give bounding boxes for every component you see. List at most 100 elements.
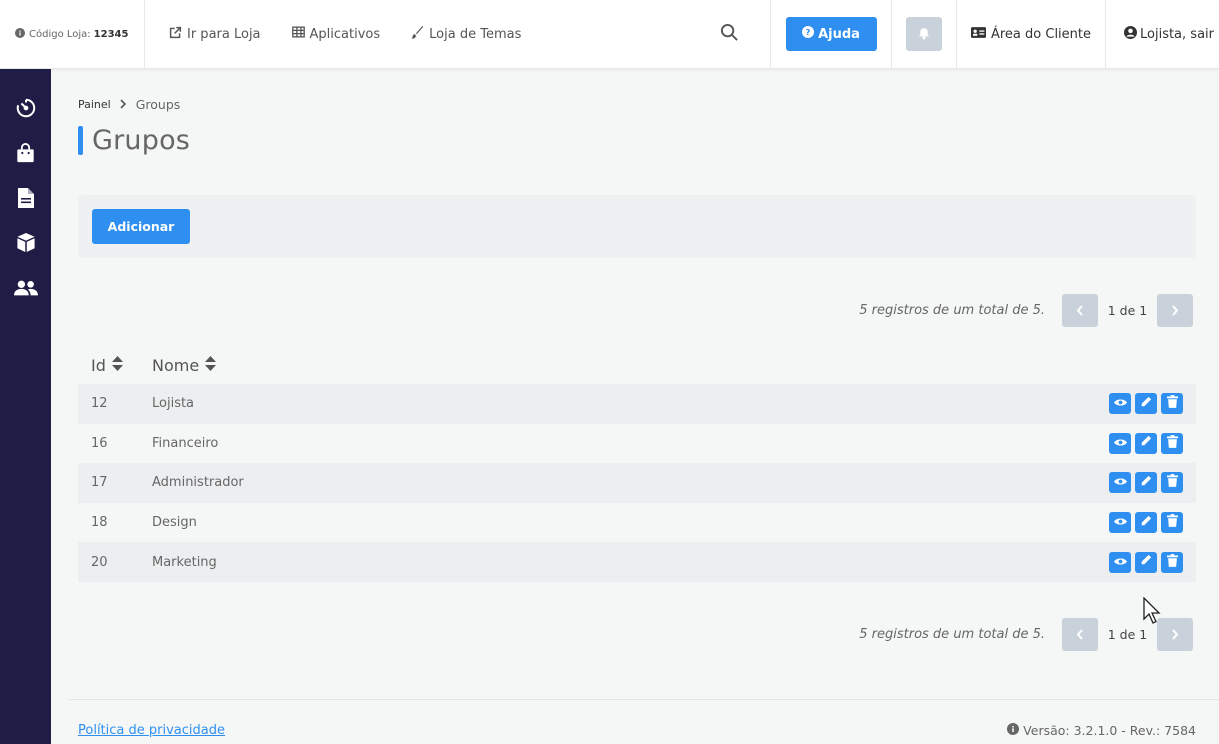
view-button[interactable] <box>1109 393 1131 415</box>
question-circle-icon: ? <box>802 26 815 42</box>
client-area-link[interactable]: Área do Cliente <box>957 0 1106 68</box>
column-header-id[interactable]: Id <box>78 356 152 375</box>
id-card-icon <box>970 26 986 42</box>
nav-go-to-store[interactable]: Ir para Loja <box>169 26 261 43</box>
delete-button[interactable] <box>1161 393 1183 415</box>
delete-button[interactable] <box>1161 551 1183 573</box>
cell-name: Financeiro <box>152 435 219 451</box>
pencil-icon <box>1140 554 1152 570</box>
cell-id: 16 <box>91 435 108 451</box>
edit-button[interactable] <box>1135 512 1157 534</box>
next-page-button[interactable] <box>1157 294 1193 327</box>
view-button[interactable] <box>1109 551 1131 573</box>
search-icon <box>720 23 739 46</box>
column-header-name[interactable]: Nome <box>152 356 217 375</box>
view-button[interactable] <box>1109 512 1131 534</box>
footer-divider <box>69 699 1219 700</box>
cell-id: 18 <box>91 515 108 531</box>
table-row: 18 Design <box>78 503 1196 543</box>
breadcrumb-current: Groups <box>135 97 181 112</box>
pagination-summary: 5 registros de um total de 5. <box>859 303 1045 318</box>
table-header: Id Nome <box>78 347 1196 384</box>
pencil-icon <box>1140 435 1152 451</box>
cell-id: 20 <box>91 554 108 570</box>
user-logout-link[interactable]: Lojista, sair <box>1106 0 1219 68</box>
sort-icon <box>205 356 217 375</box>
breadcrumb-home[interactable]: Painel <box>78 98 111 111</box>
pagination-top: 5 registros de um total de 5. 1 de 1 <box>859 294 1193 327</box>
add-button[interactable]: Adicionar <box>92 209 190 244</box>
title-accent-bar <box>78 126 83 155</box>
sidebar-item-orders[interactable] <box>0 132 51 177</box>
nav-apps[interactable]: Aplicativos <box>291 26 380 42</box>
delete-button[interactable] <box>1161 512 1183 534</box>
nav-theme-store[interactable]: Loja de Temas <box>411 25 522 43</box>
eye-icon <box>1113 396 1127 411</box>
version-label: Versão: 3.2.1.0 - Rev.: 7584 <box>1023 723 1196 738</box>
help-button[interactable]: ? Ajuda <box>785 17 877 51</box>
cell-name: Marketing <box>152 554 217 570</box>
notifications-area <box>892 0 957 68</box>
user-circle-icon <box>1124 25 1137 43</box>
trash-icon <box>1166 553 1178 571</box>
edit-button[interactable] <box>1135 551 1157 573</box>
cell-id: 17 <box>91 475 108 491</box>
pagination-info: 1 de 1 <box>1107 627 1148 642</box>
column-header-name-label: Nome <box>152 356 200 375</box>
main-content: Painel Groups Grupos Adicionar 5 registr… <box>51 69 1219 744</box>
eye-icon <box>1113 515 1127 530</box>
pencil-icon <box>1140 515 1152 531</box>
cell-name: Lojista <box>152 396 195 412</box>
privacy-policy-link[interactable]: Política de privacidade <box>78 723 225 738</box>
sidebar-item-users[interactable] <box>0 267 51 312</box>
svg-text:?: ? <box>806 27 811 37</box>
prev-page-button[interactable] <box>1062 618 1098 651</box>
trash-icon <box>1166 395 1178 412</box>
user-label: Lojista, sair <box>1140 26 1214 42</box>
edit-button[interactable] <box>1135 393 1157 415</box>
nav-theme-store-label: Loja de Temas <box>429 26 522 42</box>
view-button[interactable] <box>1109 472 1131 494</box>
column-header-id-label: Id <box>91 356 106 375</box>
chevron-left-icon <box>1076 625 1084 644</box>
row-actions <box>1109 512 1196 534</box>
chevron-right-icon <box>1171 301 1179 320</box>
edit-button[interactable] <box>1135 432 1157 454</box>
document-icon <box>17 187 34 212</box>
page-title-wrap: Grupos <box>78 125 190 156</box>
table-row: 20 Marketing <box>78 542 1196 582</box>
action-panel: Adicionar <box>78 195 1196 258</box>
paintbrush-icon <box>411 25 424 43</box>
notifications-button[interactable] <box>906 17 942 51</box>
edit-button[interactable] <box>1135 472 1157 494</box>
grid-table-icon <box>291 26 305 42</box>
store-code-label: Código Loja: <box>29 28 91 40</box>
groups-table: Id Nome 12 Lojista 16 Financeiro 17 Admi… <box>78 347 1196 582</box>
view-button[interactable] <box>1109 432 1131 454</box>
prev-page-button[interactable] <box>1062 294 1098 327</box>
sidebar-item-documents[interactable] <box>0 177 51 222</box>
sidebar-item-dashboard[interactable] <box>0 87 51 132</box>
client-area-label: Área do Cliente <box>990 26 1092 42</box>
pagination-info: 1 de 1 <box>1107 303 1148 318</box>
external-link-icon <box>169 26 182 43</box>
row-actions <box>1109 393 1196 415</box>
table-row: 17 Administrador <box>78 463 1196 503</box>
eye-icon <box>1113 436 1127 451</box>
trash-icon <box>1166 514 1178 531</box>
mouse-cursor-icon <box>1143 596 1163 629</box>
users-icon <box>13 279 38 301</box>
table-row: 12 Lojista <box>78 384 1196 424</box>
sort-icon <box>111 356 123 375</box>
sidebar-item-products[interactable] <box>0 222 51 267</box>
top-bar: Código Loja: 12345 Ir para Loja Aplicati… <box>0 0 1219 69</box>
row-actions <box>1109 551 1196 573</box>
delete-button[interactable] <box>1161 432 1183 454</box>
pencil-icon <box>1140 475 1152 491</box>
sidebar <box>0 69 51 744</box>
search-button[interactable] <box>709 0 771 68</box>
delete-button[interactable] <box>1161 472 1183 494</box>
trash-icon <box>1166 474 1178 491</box>
cell-id: 12 <box>91 396 108 412</box>
trash-icon <box>1166 434 1178 452</box>
